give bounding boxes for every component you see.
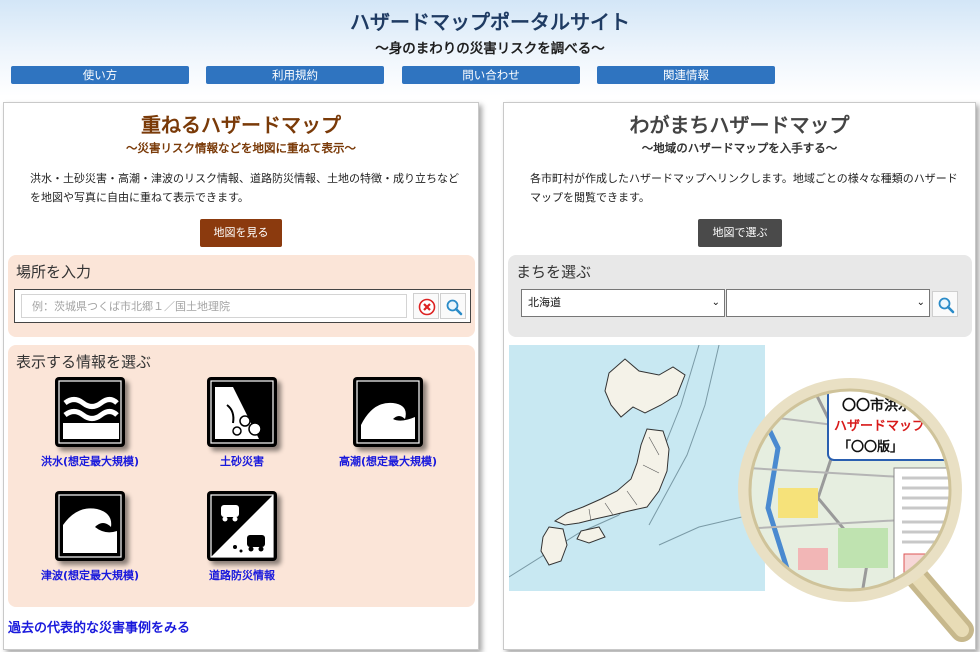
past-disasters-link[interactable]: 過去の代表的な災害事例をみる: [8, 617, 190, 636]
city-select[interactable]: ⌄: [726, 289, 930, 317]
nav-terms-button[interactable]: 利用規約: [206, 66, 384, 84]
prefecture-value: 北海道: [528, 296, 561, 309]
overlay-hazard-map-panel: 重ねるハザードマップ ～災害リスク情報などを地図に重ねて表示～ 洪水・土砂災害・…: [3, 102, 479, 650]
header: ハザードマップポータルサイト ～身のまわりの災害リスクを調べる～ 使い方 利用規…: [0, 0, 980, 96]
overlay-map-title: 重ねるハザードマップ: [141, 113, 341, 137]
nav-usage-button[interactable]: 使い方: [11, 66, 189, 84]
town-select-title: まちを選ぶ: [516, 263, 592, 281]
place-search-button[interactable]: [440, 293, 466, 319]
layer-flood[interactable]: 洪水(想定最大規模): [20, 377, 160, 469]
site-subtitle: ～身のまわりの災害リスクを調べる～: [375, 41, 605, 57]
layer-landslide-label: 土砂災害: [220, 455, 264, 468]
clear-button[interactable]: [413, 293, 439, 319]
town-select-box: まちを選ぶ 北海道 ⌄ ⌄: [508, 255, 972, 337]
flood-icon: [55, 377, 125, 447]
place-search-title: 場所を入力: [16, 263, 92, 281]
place-search-input[interactable]: [21, 294, 407, 318]
chevron-down-icon: ⌄: [916, 297, 925, 308]
sample-map-title-line3: 「〇〇版」: [838, 439, 903, 455]
layer-tsunami[interactable]: 津波(想定最大規模): [20, 491, 160, 583]
site-title: ハザードマップポータルサイト: [350, 10, 630, 34]
road-disaster-icon: [207, 491, 277, 561]
local-map-subtitle: ～地域のハザードマップを入手する～: [641, 141, 838, 155]
layer-storm-surge-label: 高潮(想定最大規模): [338, 455, 438, 468]
layer-flood-label: 洪水(想定最大規模): [40, 455, 140, 468]
tsunami-icon: [55, 491, 125, 561]
chevron-down-icon: ⌄: [711, 297, 720, 308]
overlay-map-subtitle: ～災害リスク情報などを地図に重ねて表示～: [126, 141, 356, 155]
layer-landslide[interactable]: 土砂災害: [172, 377, 312, 469]
layer-road-disaster-label: 道路防災情報: [209, 569, 275, 582]
local-map-description: 各市町村が作成したハザードマップへリンクします。地域ごとの様々な種類のハザードマ…: [530, 172, 958, 204]
nav-contact-button[interactable]: 問い合わせ: [402, 66, 580, 84]
place-search-field: [14, 289, 471, 323]
storm-surge-icon: [353, 377, 423, 447]
clear-icon: [418, 298, 436, 316]
search-icon: [938, 297, 955, 314]
sample-hazard-map-magnifier: 〇〇市洪水 ハザードマップ 「〇〇版」: [718, 378, 975, 648]
info-select-title: 表示する情報を選ぶ: [16, 353, 152, 371]
select-on-map-button[interactable]: 地図で選ぶ: [698, 219, 782, 247]
overlay-map-description: 洪水・土砂災害・高潮・津波のリスク情報、道路防災情報、土地の特徴・成り立ちなどを…: [30, 172, 459, 204]
info-select-box: 表示する情報を選ぶ 洪水(想定最大規模) 土砂災害 高潮(想定最大規模) 津波(…: [8, 345, 475, 607]
view-map-button[interactable]: 地図を見る: [200, 219, 282, 247]
sample-map-title-line2: ハザードマップ: [834, 419, 926, 434]
layer-storm-surge[interactable]: 高潮(想定最大規模): [318, 377, 458, 469]
local-map-title: わがまちハザードマップ: [629, 113, 850, 137]
layer-road-disaster[interactable]: 道路防災情報: [172, 491, 312, 583]
layer-tsunami-label: 津波(想定最大規模): [40, 569, 140, 582]
nav-related-button[interactable]: 関連情報: [597, 66, 775, 84]
search-icon: [446, 299, 463, 316]
magnifier-icon: 〇〇市洪水 ハザードマップ 「〇〇版」: [738, 378, 974, 642]
place-search-box: 場所を入力: [8, 255, 475, 337]
prefecture-select[interactable]: 北海道 ⌄: [521, 289, 725, 317]
town-search-button[interactable]: [932, 291, 958, 317]
local-hazard-map-panel: わがまちハザードマップ ～地域のハザードマップを入手する～ 各市町村が作成したハ…: [503, 102, 976, 650]
landslide-icon: [207, 377, 277, 447]
